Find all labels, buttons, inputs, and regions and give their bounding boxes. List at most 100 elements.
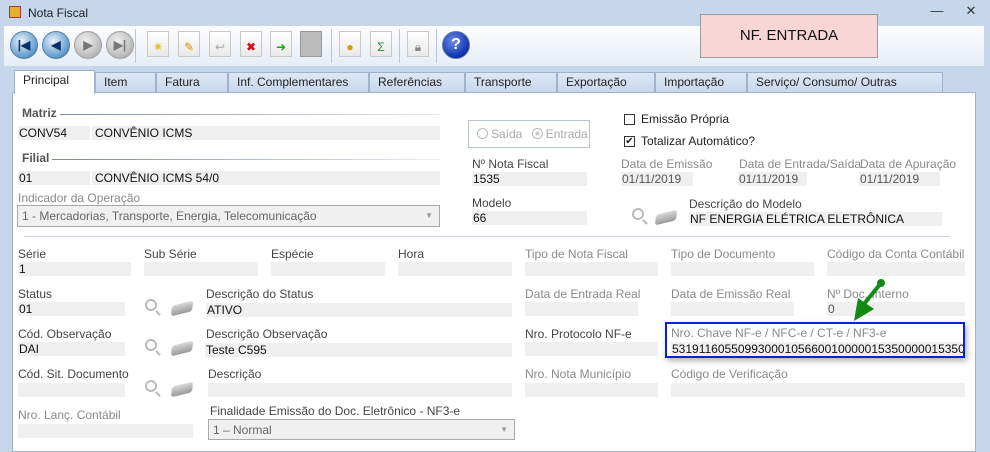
- window-title: Nota Fiscal: [28, 6, 89, 20]
- especie-label: Espécie: [271, 247, 314, 261]
- cod-sit-field[interactable]: [18, 383, 125, 397]
- data-entrada-label: Data de Entrada/Saída: [739, 157, 862, 171]
- lanc-contabil-field[interactable]: [18, 424, 193, 438]
- indicador-label: Indicador da Operação: [18, 191, 141, 205]
- tipo-nf-label: Tipo de Nota Fiscal: [525, 247, 628, 261]
- app-icon: [9, 6, 21, 18]
- tab-principal[interactable]: Principal: [14, 70, 95, 94]
- tipo-doc-label: Tipo de Documento: [671, 247, 776, 261]
- new-icon[interactable]: ✷: [144, 31, 172, 59]
- data-emissao-real-field[interactable]: [671, 302, 794, 316]
- chave-label: Nro. Chave NF-e / NFC-e / CT-e / NF3-e: [671, 326, 887, 340]
- data-emissao-label: Data de Emissão: [621, 157, 713, 171]
- radio-entrada-label: Entrada: [545, 127, 588, 141]
- descricao-field[interactable]: [208, 383, 512, 397]
- search-icon[interactable]: [145, 299, 157, 311]
- confirm-icon[interactable]: ➜: [267, 31, 295, 59]
- search-icon[interactable]: [145, 380, 157, 392]
- desc-status-field[interactable]: ATIVO: [206, 303, 512, 317]
- tipo-doc-field[interactable]: [671, 262, 814, 276]
- search-icon[interactable]: [145, 339, 157, 351]
- tab-fatura[interactable]: Fatura: [156, 72, 228, 93]
- tab-transporte[interactable]: Transporte: [465, 72, 557, 93]
- hora-field[interactable]: [398, 262, 512, 276]
- radio-saida[interactable]: Saída: [477, 127, 522, 141]
- tab-exportacao[interactable]: Exportação: [557, 72, 655, 93]
- modelo-field[interactable]: 66: [472, 211, 587, 225]
- finalidade-value: 1 – Normal: [213, 423, 272, 437]
- arrow-annotation-icon: [854, 279, 885, 321]
- undo-icon[interactable]: ↩: [206, 31, 234, 59]
- indicador-value: 1 - Mercadorias, Transporte, Energia, Te…: [22, 209, 317, 223]
- serie-field[interactable]: 1: [18, 262, 131, 276]
- matriz-code-field[interactable]: CONV54: [18, 126, 90, 140]
- delete-icon[interactable]: ✖: [237, 31, 265, 59]
- save-icon[interactable]: [297, 31, 325, 59]
- financial-icon[interactable]: ●: [336, 31, 364, 59]
- sub-serie-field[interactable]: [144, 262, 258, 276]
- cod-obs-field[interactable]: DAI: [18, 342, 125, 356]
- tab-referencias[interactable]: Referências: [369, 72, 465, 93]
- data-apuracao-field[interactable]: 01/11/2019: [859, 172, 940, 186]
- chave-field[interactable]: 5319116055099300010566001000001535000001…: [671, 342, 963, 356]
- nota-field[interactable]: 1535: [472, 172, 587, 186]
- especie-field[interactable]: [271, 262, 385, 276]
- nota-municipio-label: Nro. Nota Município: [525, 367, 632, 381]
- data-emissao-field[interactable]: 01/11/2019: [621, 172, 693, 186]
- totals-icon[interactable]: Σ: [367, 31, 395, 59]
- data-emissao-real-label: Data de Emissão Real: [671, 287, 791, 301]
- desc-obs-label: Descrição Observação: [206, 327, 328, 341]
- cod-sit-label: Cód. Sit. Documento: [18, 367, 129, 381]
- tab-inf-complementares[interactable]: Inf. Complementares: [228, 72, 369, 93]
- desc-status-label: Descrição do Status: [206, 287, 314, 301]
- chevron-down-icon: ▼: [500, 425, 508, 434]
- search-icon[interactable]: [632, 208, 644, 220]
- data-entrada-field[interactable]: 01/11/2019: [738, 172, 807, 186]
- totalizar-label: Totalizar Automático?: [641, 134, 756, 148]
- tab-servico-consumo[interactable]: Serviço/ Consumo/ Outras Transações: [747, 72, 943, 108]
- divider: [24, 236, 950, 237]
- nota-municipio-field[interactable]: [525, 383, 658, 397]
- tipo-nf-field[interactable]: [525, 262, 658, 276]
- minimize-button[interactable]: —: [928, 4, 946, 20]
- desc-obs-field[interactable]: Teste C595: [205, 343, 512, 357]
- totalizar-checkbox[interactable]: ✔: [624, 136, 635, 147]
- filial-heading: Filial: [22, 151, 50, 165]
- help-icon[interactable]: ?: [442, 31, 470, 59]
- radio-entrada[interactable]: Entrada: [531, 127, 588, 141]
- cod-obs-label: Cód. Observação: [18, 327, 112, 341]
- cod-verificacao-field[interactable]: [671, 383, 965, 397]
- status-field[interactable]: 01: [18, 302, 125, 316]
- protocolo-label: Nro. Protocolo NF-e: [525, 327, 632, 341]
- emissao-propria-checkbox[interactable]: [624, 114, 635, 125]
- emissao-propria-label: Emissão Própria: [641, 112, 730, 126]
- serie-label: Série: [18, 247, 47, 261]
- lock-icon[interactable]: 🔒︎: [404, 31, 432, 59]
- conta-contabil-field[interactable]: [827, 262, 965, 276]
- data-entrada-real-label: Data de Entrada Real: [525, 287, 641, 301]
- protocolo-field[interactable]: [525, 342, 658, 356]
- modelo-label: Modelo: [472, 196, 512, 210]
- nota-label: Nº Nota Fiscal: [472, 157, 549, 171]
- tab-item[interactable]: Item: [95, 72, 156, 93]
- finalidade-select[interactable]: 1 – Normal ▼: [208, 419, 515, 440]
- hora-label: Hora: [398, 247, 425, 261]
- indicador-select[interactable]: 1 - Mercadorias, Transporte, Energia, Te…: [17, 205, 440, 227]
- desc-modelo-label: Descrição do Modelo: [689, 197, 802, 211]
- data-apuracao-label: Data de Apuração: [860, 157, 957, 171]
- previous-record-icon[interactable]: ◀: [42, 31, 70, 59]
- filial-code-field[interactable]: 01: [18, 171, 90, 185]
- matriz-name-field[interactable]: CONVÊNIO ICMS: [92, 126, 440, 140]
- desc-modelo-field[interactable]: NF ENERGIA ELÉTRICA ELETRÔNICA: [689, 212, 942, 226]
- radio-saida-label: Saída: [491, 127, 523, 141]
- filial-name-field[interactable]: CONVÊNIO ICMS 54/0: [92, 171, 440, 185]
- close-button[interactable]: ✕: [962, 4, 980, 20]
- first-record-icon[interactable]: |◀: [10, 31, 38, 59]
- next-record-icon[interactable]: ▶: [74, 31, 102, 59]
- edit-icon[interactable]: ✎: [175, 31, 203, 59]
- last-record-icon[interactable]: ▶|: [106, 31, 134, 59]
- tab-importacao[interactable]: Importação: [655, 72, 747, 93]
- data-entrada-real-field[interactable]: [525, 302, 638, 316]
- cod-verificacao-label: Código de Verificação: [671, 367, 788, 381]
- matriz-heading: Matriz: [22, 106, 57, 120]
